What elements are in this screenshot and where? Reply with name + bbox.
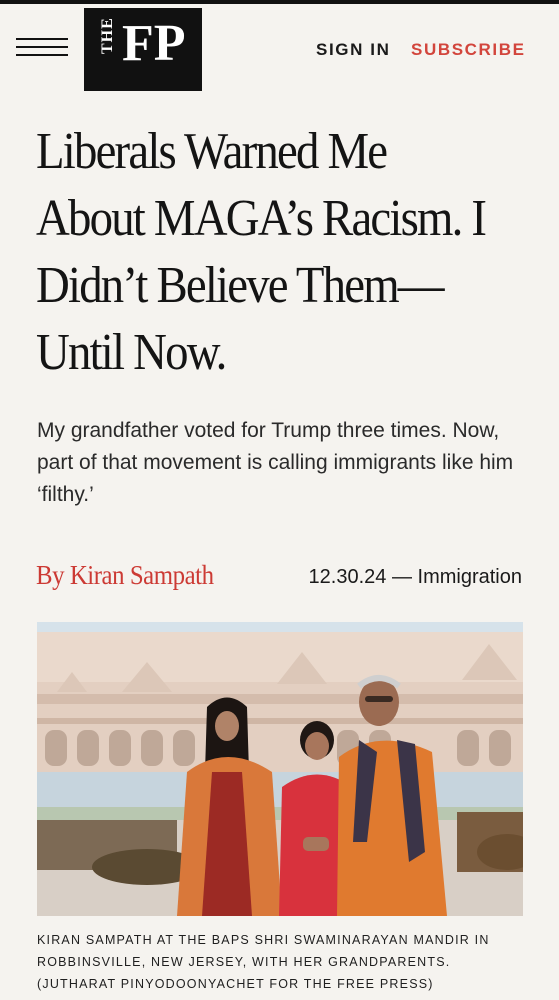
logo-the: THE: [99, 17, 116, 54]
category-link[interactable]: Immigration: [418, 566, 522, 588]
sign-in-link[interactable]: SIGN IN: [316, 40, 391, 60]
article-headline: Liberals Warned Me About MAGA’s Racism. …: [36, 123, 487, 381]
article-dek: My grandfather voted for Trump three tim…: [37, 419, 514, 506]
byline-row: By Kiran Sampath 12.30.24 — Immigration: [36, 560, 522, 600]
author-byline[interactable]: By Kiran Sampath: [36, 560, 214, 591]
hero-photo: [37, 622, 523, 916]
photo-caption: Kiran Sampath at the BAPS Shri Swaminara…: [37, 933, 490, 991]
publish-date: 12.30.24: [308, 566, 387, 588]
logo-fp: FP: [122, 15, 186, 72]
hamburger-menu-icon[interactable]: [16, 38, 68, 64]
the-fp-logo[interactable]: THE FP: [84, 8, 202, 91]
subscribe-link[interactable]: SUBSCRIBE: [411, 40, 526, 60]
meta-separator: —: [391, 566, 412, 588]
article-meta: 12.30.24 — Immigration: [309, 566, 522, 589]
site-header: THE FP SIGN IN SUBSCRIBE: [0, 4, 559, 91]
